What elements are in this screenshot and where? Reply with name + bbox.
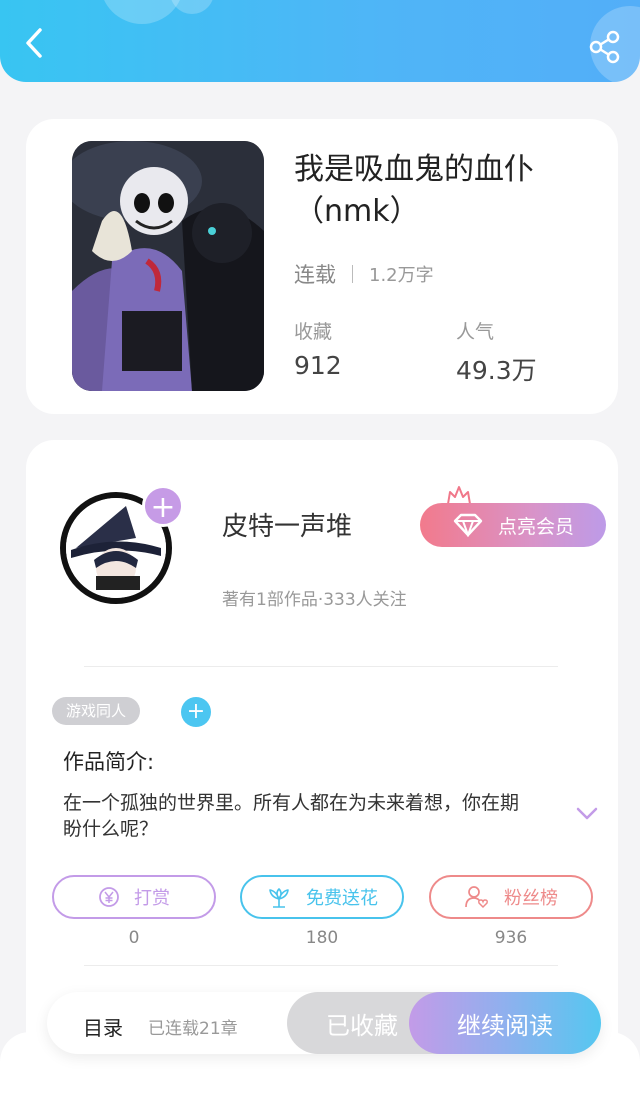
- section-divider: [84, 965, 558, 966]
- top-header: [0, 0, 640, 82]
- favorites-value: 912: [294, 351, 342, 380]
- fan-ranking-button[interactable]: 粉丝榜: [429, 875, 593, 919]
- share-button[interactable]: [588, 30, 622, 64]
- word-count: 1.2万字: [369, 265, 434, 286]
- author-name[interactable]: 皮特一声堆: [222, 506, 352, 543]
- reward-label: 打赏: [134, 888, 170, 909]
- flower-count: 180: [305, 928, 339, 948]
- yen-coin-icon: [98, 886, 120, 908]
- diamond-icon: [453, 513, 483, 537]
- back-button[interactable]: [18, 26, 52, 60]
- decorative-bubble: [100, 0, 184, 24]
- follow-author-button[interactable]: +: [142, 485, 184, 527]
- activate-membership-button[interactable]: 点亮会员: [420, 503, 606, 547]
- fan-count: 936: [494, 928, 528, 948]
- favorites-label: 收藏: [294, 321, 333, 343]
- serial-status: 连载: [294, 263, 336, 287]
- share-icon: [589, 30, 620, 64]
- section-divider: [84, 666, 558, 667]
- reward-button[interactable]: 打赏: [52, 875, 216, 919]
- send-flower-label: 免费送花: [306, 888, 378, 909]
- decorative-bubble: [170, 0, 214, 14]
- intro-text: 在一个孤独的世界里。所有人都在为未来着想，你在期盼什么呢？: [63, 792, 520, 840]
- cover-artwork: [72, 141, 264, 391]
- popularity-label: 人气: [456, 321, 495, 343]
- bottom-action-bar: 目录 已连载21章 已收藏 继续阅读: [47, 992, 601, 1054]
- chapter-count[interactable]: 已连载21章: [148, 1014, 238, 1039]
- fan-ranking-label: 粉丝榜: [504, 888, 558, 909]
- flower-icon: [266, 885, 292, 909]
- continue-reading-button[interactable]: 继续阅读: [409, 992, 601, 1054]
- reward-count: 0: [128, 928, 140, 948]
- send-flower-button[interactable]: 免费送花: [240, 875, 404, 919]
- chevron-left-icon: [26, 28, 42, 58]
- tag-chip[interactable]: 游戏同人: [52, 697, 141, 725]
- book-title: 我是吸血鬼的血仆（nmk）: [294, 152, 534, 229]
- intro-heading: 作品简介:: [63, 750, 155, 774]
- book-meta-row: 连载 1.2万字: [294, 259, 434, 289]
- chevron-down-icon[interactable]: [575, 806, 599, 822]
- user-heart-icon: [464, 885, 490, 909]
- vip-button-label: 点亮会员: [497, 515, 574, 538]
- book-cover-image[interactable]: [72, 141, 264, 391]
- meta-divider: [352, 265, 353, 283]
- book-info-card: 我是吸血鬼的血仆（nmk） 连载 1.2万字 收藏 912 人气 49.3万: [26, 119, 618, 414]
- popularity-value: 49.3万: [456, 356, 537, 385]
- author-meta: 著有1部作品·333人关注: [222, 590, 407, 610]
- table-of-contents-button[interactable]: 目录: [83, 1012, 123, 1041]
- add-tag-button[interactable]: +: [181, 697, 211, 727]
